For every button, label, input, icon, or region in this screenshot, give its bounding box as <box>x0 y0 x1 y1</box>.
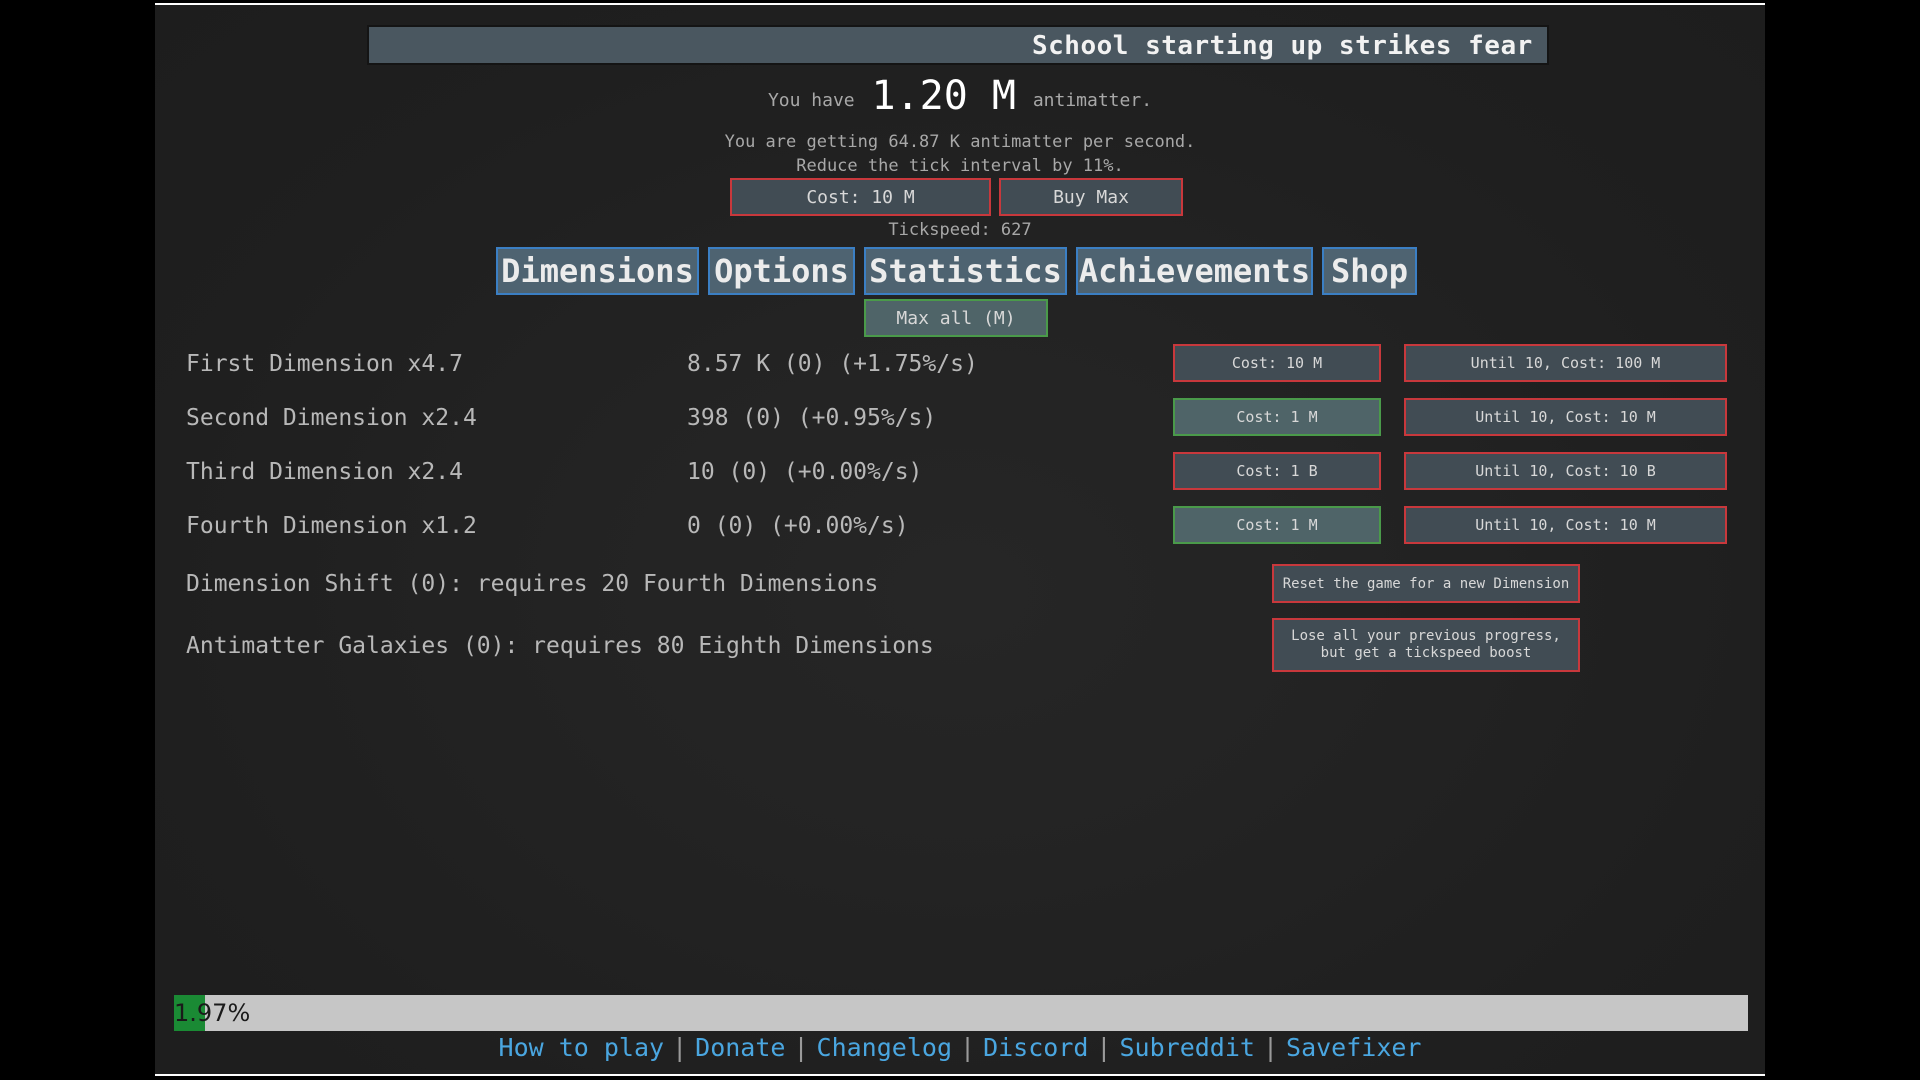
first-dimension-cost-button[interactable]: Cost: 10 M <box>1173 344 1381 382</box>
how-to-play-link[interactable]: How to play <box>499 1033 665 1062</box>
savefixer-link[interactable]: Savefixer <box>1286 1033 1421 1062</box>
tab-achievements[interactable]: Achievements <box>1076 247 1313 295</box>
third-dimension-until10-button[interactable]: Until 10, Cost: 10 B <box>1404 452 1727 490</box>
donate-link[interactable]: Donate <box>695 1033 785 1062</box>
changelog-link[interactable]: Changelog <box>817 1033 952 1062</box>
antimatter-galaxies-text: Antimatter Galaxies (0): requires 80 Eig… <box>186 633 934 659</box>
second-dimension-cost-button[interactable]: Cost: 1 M <box>1173 398 1381 436</box>
you-have-label: You have <box>767 90 855 111</box>
discord-link[interactable]: Discord <box>983 1033 1088 1062</box>
third-dimension-label: Third Dimension x2.4 <box>186 459 463 485</box>
tickspeed-cost-button[interactable]: Cost: 10 M <box>730 178 991 216</box>
tickspeed-value: Tickspeed: 627 <box>888 220 1032 240</box>
fourth-dimension-label: Fourth Dimension x1.2 <box>186 513 477 539</box>
footer-links: How to play | Donate | Changelog | Discord | Sub… <box>155 1033 1765 1062</box>
footer-separator: | <box>1096 1033 1112 1062</box>
antimatter-amount: 1.20 M <box>871 73 1016 119</box>
fourth-dimension-amount: 0 (0) (+0.00%/s) <box>687 513 909 539</box>
game-frame: School starting up strikes fear in stud … <box>155 3 1765 1076</box>
dimension-shift-button[interactable]: Reset the game for a new Dimension <box>1272 564 1580 603</box>
antimatter-galaxy-button[interactable]: Lose all your previous progress, but get… <box>1272 618 1580 672</box>
third-dimension-cost-button[interactable]: Cost: 1 B <box>1173 452 1381 490</box>
max-all-button[interactable]: Max all (M) <box>864 299 1048 337</box>
reduce-tick-text: Reduce the tick interval by 11%. <box>796 156 1124 176</box>
news-ticker: School starting up strikes fear in stud <box>367 25 1549 65</box>
second-dimension-amount: 398 (0) (+0.95%/s) <box>687 405 937 431</box>
tab-statistics[interactable]: Statistics <box>864 247 1067 295</box>
news-ticker-text: School starting up strikes fear in stud <box>1032 31 1547 61</box>
first-dimension-amount: 8.57 K (0) (+1.75%/s) <box>687 351 978 377</box>
footer-separator: | <box>1262 1033 1279 1062</box>
first-dimension-until10-button[interactable]: Until 10, Cost: 100 M <box>1404 344 1727 382</box>
antimatter-unit: antimatter. <box>1032 90 1153 111</box>
footer-separator: | <box>793 1033 809 1062</box>
antimatter-amount-line: You have 1.20 M antimatter. <box>155 73 1765 119</box>
galaxy-button-line1: Lose all your previous progress, <box>1291 628 1561 644</box>
antimatter-per-second: You are getting 64.87 K antimatter per s… <box>724 132 1196 152</box>
dimension-shift-text: Dimension Shift (0): requires 20 Fourth … <box>186 571 879 597</box>
fourth-dimension-until10-button[interactable]: Until 10, Cost: 10 M <box>1404 506 1727 544</box>
infinity-progress-label: 1.97% <box>174 999 251 1027</box>
subreddit-link[interactable]: Subreddit <box>1119 1033 1254 1062</box>
tickspeed-buy-max-button[interactable]: Buy Max <box>999 178 1183 216</box>
first-dimension-label: First Dimension x4.7 <box>186 351 463 377</box>
third-dimension-amount: 10 (0) (+0.00%/s) <box>687 459 923 485</box>
galaxy-button-line2: but get a tickspeed boost <box>1320 645 1532 661</box>
tab-options[interactable]: Options <box>708 247 855 295</box>
footer-separator: | <box>960 1033 976 1062</box>
tab-dimensions[interactable]: Dimensions <box>496 247 699 295</box>
tab-shop[interactable]: Shop <box>1322 247 1417 295</box>
footer-separator: | <box>672 1033 688 1062</box>
second-dimension-until10-button[interactable]: Until 10, Cost: 10 M <box>1404 398 1727 436</box>
fourth-dimension-cost-button[interactable]: Cost: 1 M <box>1173 506 1381 544</box>
infinity-progress-bar: 1.97% <box>174 995 1748 1031</box>
second-dimension-label: Second Dimension x2.4 <box>186 405 477 431</box>
